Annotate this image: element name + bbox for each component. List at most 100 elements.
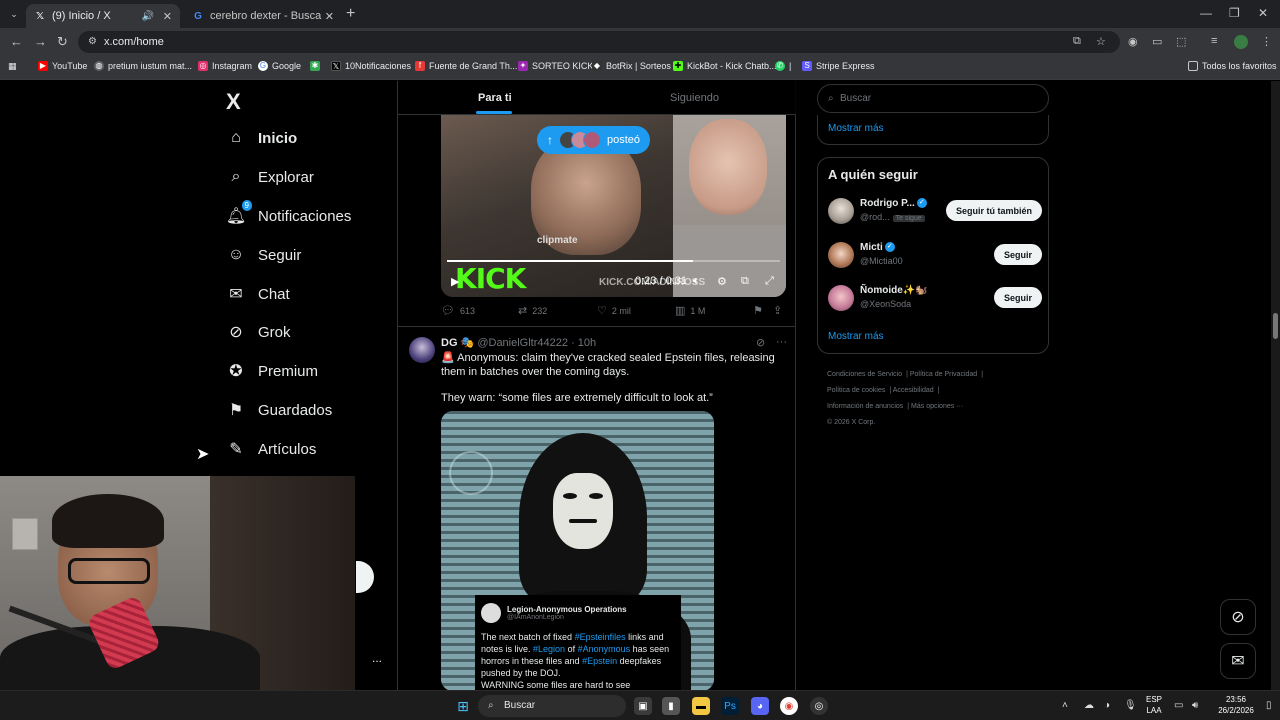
reading-list-icon[interactable]: ≡ bbox=[1211, 35, 1217, 47]
nav-grok[interactable]: ⊘ Grok bbox=[226, 319, 290, 345]
discord-icon[interactable]: ◕ bbox=[751, 697, 769, 715]
x-logo[interactable]: X bbox=[226, 89, 241, 115]
install-app-icon[interactable]: ⧉ bbox=[1073, 35, 1081, 48]
menu-kebab-icon[interactable]: ⋮ bbox=[1261, 35, 1272, 48]
address-bar[interactable]: ⚙ x.com/home ⧉ ☆ bbox=[78, 31, 1120, 53]
bookmark-whatsapp[interactable]: ✆ | bbox=[775, 61, 791, 71]
taskbar-search[interactable]: ⌕ Buscar bbox=[478, 695, 626, 717]
nav-guardados[interactable]: ⚑ Guardados bbox=[226, 397, 332, 423]
task-view-icon[interactable]: ▣ bbox=[634, 697, 652, 715]
file-explorer-icon[interactable]: ▬ bbox=[692, 697, 710, 715]
profile-avatar[interactable] bbox=[1234, 35, 1248, 49]
tab-para-ti[interactable]: Para ti bbox=[478, 92, 512, 104]
messages-floating-button[interactable]: ✉ bbox=[1220, 643, 1256, 679]
footer-link[interactable]: Más opciones ··· bbox=[911, 403, 963, 410]
author-name[interactable]: DG bbox=[441, 337, 458, 349]
minimize-button[interactable]: — bbox=[1200, 6, 1212, 20]
views-button[interactable]: ▥ 1 M bbox=[675, 304, 705, 317]
nav-explorar[interactable]: ⌕ Explorar bbox=[226, 164, 314, 190]
scrollbar-thumb[interactable] bbox=[1273, 313, 1278, 339]
photoshop-icon[interactable]: Ps bbox=[721, 697, 739, 715]
page-scrollbar[interactable] bbox=[1271, 81, 1280, 690]
bookmark-star-icon[interactable]: ☆ bbox=[1096, 35, 1106, 48]
bookmark-pretium[interactable]: ◍ pretium iustum mat... bbox=[94, 61, 192, 71]
footer-link[interactable]: Política de Privacidad bbox=[910, 371, 977, 378]
settings-icon[interactable]: ⚙ bbox=[717, 275, 727, 288]
windows-start-icon[interactable]: ⊞ bbox=[454, 697, 472, 715]
nav-articulos[interactable]: ✎ Artículos bbox=[226, 436, 316, 462]
restore-button[interactable]: ❐ bbox=[1229, 6, 1240, 20]
bookmark-sorteo-kick[interactable]: ✦ SORTEO KICK bbox=[518, 61, 593, 71]
new-posts-pill[interactable]: ↑ posteó bbox=[537, 126, 651, 154]
avatar[interactable] bbox=[828, 198, 854, 224]
footer-link[interactable]: Condiciones de Servicio bbox=[827, 371, 902, 378]
nav-premium[interactable]: ✪ Premium bbox=[226, 358, 318, 384]
play-icon[interactable]: ▶ bbox=[451, 275, 459, 288]
tab-search-icon[interactable]: ⌄ bbox=[6, 6, 22, 22]
close-window-button[interactable]: ✕ bbox=[1258, 6, 1268, 20]
chrome-icon[interactable]: ◉ bbox=[780, 697, 798, 715]
show-more-link[interactable]: Mostrar más bbox=[828, 123, 884, 134]
notifications-icon[interactable]: ▯ bbox=[1266, 700, 1272, 711]
follow-back-button[interactable]: Seguir tú también bbox=[945, 200, 1042, 221]
search-input[interactable]: ⌕ Buscar bbox=[817, 84, 1049, 113]
close-tab-icon[interactable]: ✕ bbox=[163, 10, 172, 23]
back-button[interactable]: ← bbox=[10, 34, 23, 49]
bookmark-grand-theft[interactable]: f Fuente de Grand Th... bbox=[415, 61, 517, 71]
tab-x-home[interactable]: 𝕏 (9) Inicio / X 🔊 ✕ bbox=[26, 4, 180, 28]
tweet-time[interactable]: · 10h bbox=[571, 337, 596, 349]
follow-button[interactable]: Seguir bbox=[993, 244, 1042, 265]
tab-siguiendo[interactable]: Siguiendo bbox=[670, 92, 719, 104]
extensions-puzzle-icon[interactable]: ⬚ bbox=[1176, 35, 1186, 48]
bookmark-button[interactable]: ⚑ bbox=[753, 304, 768, 317]
bookmark-stripe[interactable]: S Stripe Express bbox=[802, 61, 875, 71]
bookmark-instagram[interactable]: ◎ Instagram bbox=[198, 61, 252, 71]
tray-app-icon[interactable]: ◑ bbox=[1104, 700, 1110, 711]
extension-icon[interactable]: ▭ bbox=[1152, 35, 1162, 48]
tray-mic-icon[interactable]: 🎙︎ bbox=[1124, 700, 1137, 711]
avatar[interactable] bbox=[409, 337, 435, 363]
author-handle[interactable]: @DanielGltr44222 bbox=[477, 337, 568, 349]
footer-link[interactable]: Política de cookies bbox=[827, 387, 885, 394]
fullscreen-icon[interactable]: ⤢ bbox=[765, 275, 774, 288]
follow-suggestion[interactable]: Micti ✓ @Mictia00 Seguir bbox=[828, 241, 1042, 269]
grok-icon[interactable]: ⊘ bbox=[756, 336, 765, 349]
avatar[interactable] bbox=[828, 285, 854, 311]
forward-button[interactable]: → bbox=[34, 34, 47, 49]
app-icon[interactable]: ◎ bbox=[810, 697, 828, 715]
footer-link[interactable]: Información de anuncios bbox=[827, 403, 903, 410]
tab-google-search[interactable]: G cerebro dexter - Buscar con Go ✕ bbox=[184, 4, 342, 28]
like-button[interactable]: ♡ 2 mil bbox=[597, 304, 631, 317]
nav-notificaciones[interactable]: 🔔︎ 9 Notificaciones bbox=[226, 200, 351, 229]
reply-button[interactable]: 💬︎ 613 bbox=[441, 304, 475, 317]
follow-button[interactable]: Seguir bbox=[993, 287, 1042, 308]
avatar[interactable] bbox=[828, 242, 854, 268]
all-bookmarks-folder[interactable]: Todos los favoritos bbox=[1188, 61, 1277, 71]
network-icon[interactable]: ▭ bbox=[1174, 700, 1183, 711]
nav-seguir[interactable]: ☺ Seguir bbox=[226, 242, 302, 268]
grok-floating-button[interactable]: ⊘ bbox=[1220, 599, 1256, 635]
volume-icon[interactable]: 🔈︎ bbox=[693, 275, 700, 288]
volume-icon[interactable]: 🔊︎ bbox=[1192, 700, 1198, 711]
tray-cloud-icon[interactable]: ☁ bbox=[1084, 700, 1094, 711]
new-tab-button[interactable]: + bbox=[346, 5, 355, 23]
repost-button[interactable]: ⇄ 232 bbox=[518, 304, 547, 317]
close-tab-icon[interactable]: ✕ bbox=[325, 10, 334, 23]
bookmark-botrix[interactable]: ◆ BotRix | Sorteos bbox=[592, 61, 671, 71]
bookmark-kickbot[interactable]: ✚ KickBot - Kick Chatb... bbox=[673, 61, 777, 71]
nav-inicio[interactable]: ⌂ Inicio bbox=[226, 125, 297, 151]
pip-icon[interactable]: ⧉ bbox=[741, 275, 749, 288]
taskbar-clock[interactable]: 23:56 26/2/2026 bbox=[1212, 694, 1260, 716]
footer-link[interactable]: Accesibilidad bbox=[893, 387, 934, 394]
bookmark-10notificaciones[interactable]: 𝕏 10Notificaciones bbox=[331, 61, 411, 71]
tweet-image[interactable]: Legion-Anonymous Operations @IAmAnonLegi… bbox=[441, 411, 714, 690]
apps-grid-icon[interactable]: ▦ bbox=[8, 61, 17, 72]
nav-chat[interactable]: ✉ Chat bbox=[226, 281, 289, 307]
share-button[interactable]: ⇪ bbox=[773, 304, 787, 317]
bookmark-shortcut[interactable]: ✱ bbox=[310, 61, 324, 71]
follow-suggestion[interactable]: Ñomoide✨🐿️ @XeonSoda Seguir bbox=[828, 284, 1042, 312]
account-more-button[interactable]: ... bbox=[372, 651, 382, 665]
language-indicator[interactable]: ESP LAA bbox=[1146, 694, 1162, 716]
reload-button[interactable]: ↻ bbox=[57, 34, 68, 50]
bookmark-google[interactable]: G Google bbox=[258, 61, 301, 71]
